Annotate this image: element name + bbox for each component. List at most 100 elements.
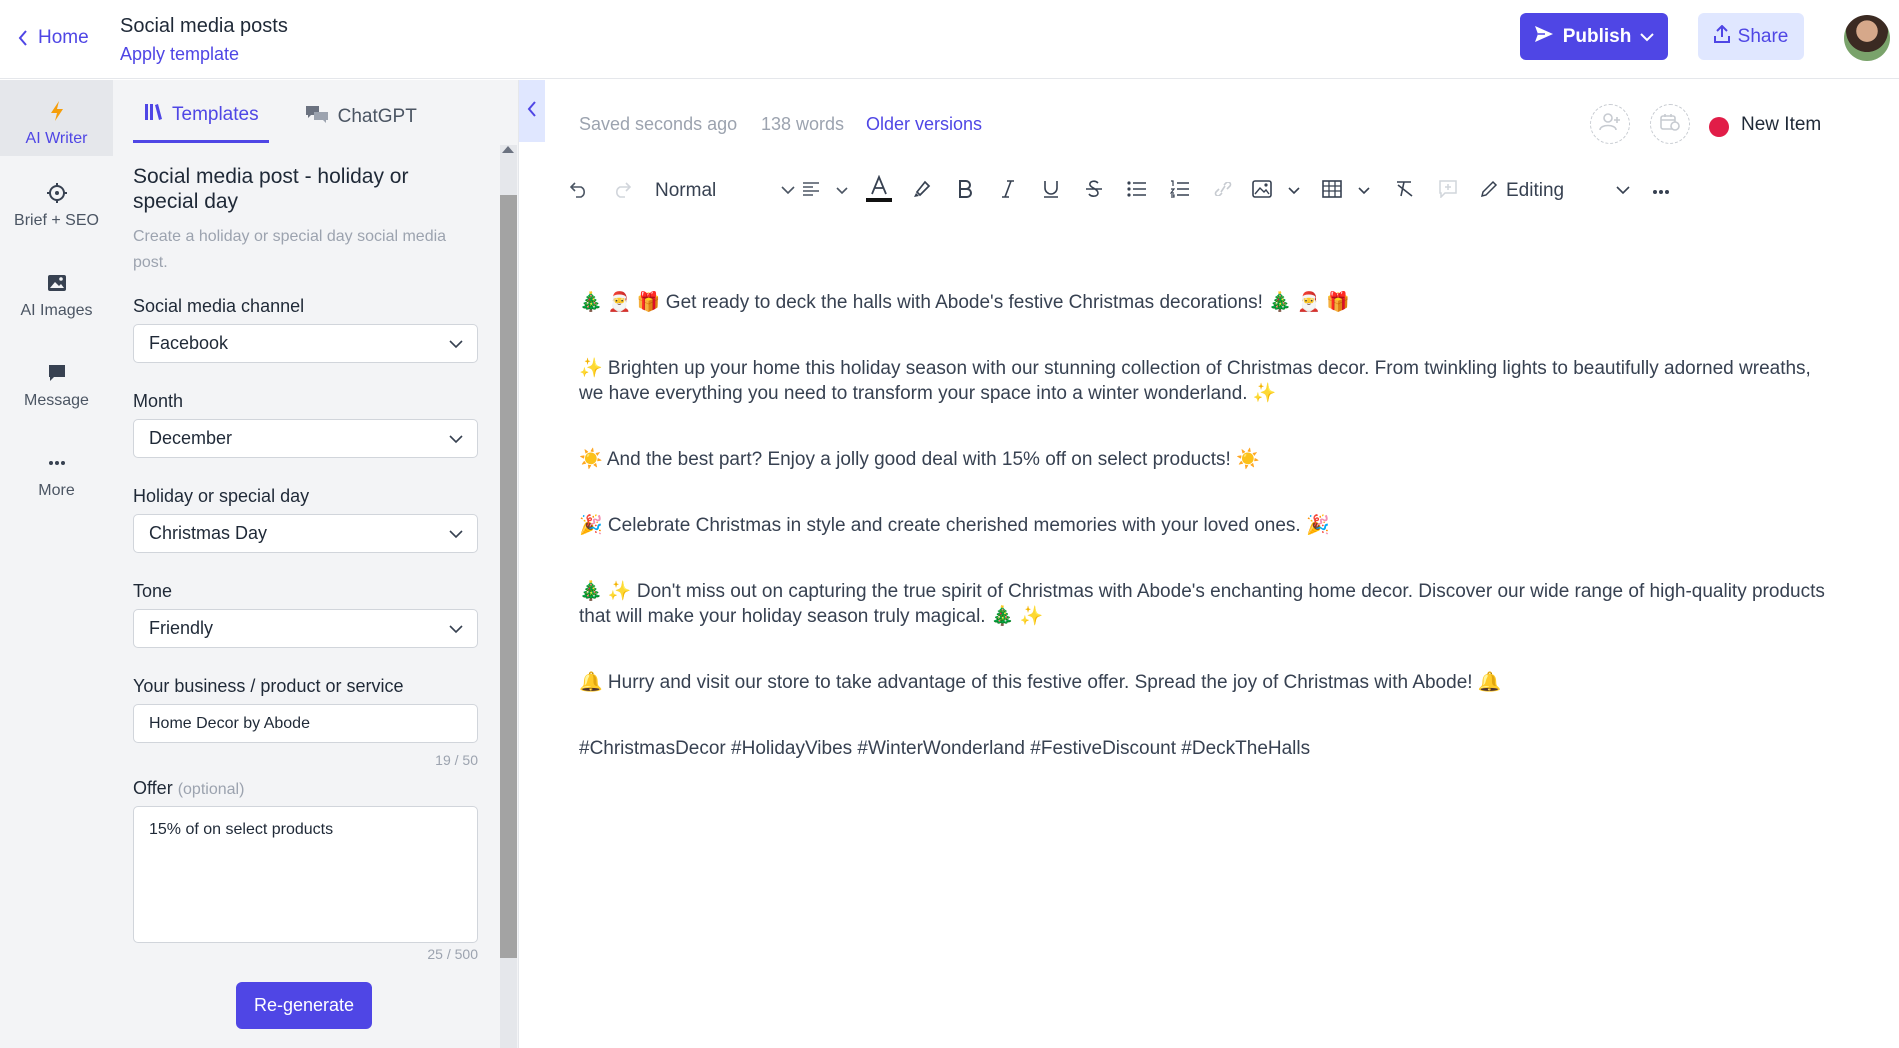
strikethrough-button[interactable] — [1080, 175, 1108, 207]
offer-textarea[interactable]: 15% of on select products — [133, 806, 478, 943]
link-button[interactable] — [1209, 175, 1237, 207]
nav-label: Brief + SEO — [14, 212, 99, 229]
undo-button[interactable] — [565, 175, 593, 207]
redo-button[interactable] — [608, 175, 636, 207]
document-title[interactable]: Social media posts — [120, 15, 288, 38]
top-header: Home Social media posts Apply template P… — [0, 0, 1899, 79]
word-count: 138 words — [761, 114, 845, 134]
nav-brief-seo[interactable]: Brief + SEO — [0, 180, 113, 230]
content-paragraph[interactable]: 🎄 🎅 🎁 Get ready to deck the halls with A… — [579, 290, 1839, 315]
apply-template-link[interactable]: Apply template — [120, 44, 239, 65]
italic-icon — [1001, 179, 1015, 203]
home-link[interactable]: Home — [18, 27, 89, 49]
nav-label: Message — [24, 392, 89, 409]
share-button[interactable]: Share — [1698, 13, 1804, 60]
nav-ai-images[interactable]: AI Images — [0, 270, 113, 320]
add-user-icon — [1599, 112, 1621, 136]
panel-divider — [518, 80, 519, 1048]
tab-label: Templates — [172, 104, 259, 125]
highlighter-icon — [912, 179, 932, 204]
user-avatar[interactable] — [1844, 15, 1890, 61]
align-button[interactable] — [802, 175, 848, 207]
chevron-down-icon — [1358, 182, 1370, 200]
content-paragraph[interactable]: 🎉 Celebrate Christmas in style and creat… — [579, 513, 1839, 538]
scroll-up-arrow-icon[interactable] — [502, 146, 514, 153]
mode-inner: Editing — [1480, 180, 1564, 203]
content-paragraph[interactable]: 🎄 ✨ Don't miss out on capturing the true… — [579, 579, 1839, 629]
template-title: Social media post - holiday or special d… — [133, 165, 409, 213]
business-input[interactable]: Home Decor by Abode — [133, 704, 478, 743]
insert-table-button[interactable] — [1322, 175, 1370, 207]
more-options-button[interactable] — [1647, 175, 1675, 207]
send-icon — [1534, 25, 1554, 49]
style-value: Normal — [655, 180, 717, 201]
chevron-down-icon — [1288, 182, 1300, 200]
image-icon — [1252, 179, 1272, 203]
insert-image-button[interactable] — [1252, 175, 1300, 207]
nav-ai-writer[interactable]: AI Writer — [0, 80, 113, 156]
collapse-panel-button[interactable] — [519, 80, 545, 142]
optional-tag: (optional) — [177, 781, 245, 798]
text-color-button[interactable] — [865, 174, 893, 208]
tone-select[interactable]: Friendly — [133, 609, 478, 648]
clear-format-icon — [1395, 180, 1415, 203]
tab-templates[interactable]: Templates — [133, 94, 269, 143]
select-value: Friendly — [149, 618, 214, 638]
ellipsis-icon — [1652, 182, 1670, 200]
underline-icon — [1043, 180, 1059, 203]
status-label[interactable]: New Item — [1741, 114, 1821, 136]
mode-select[interactable]: Editing — [1480, 175, 1630, 207]
home-label: Home — [38, 27, 89, 48]
offer-label: Offer (optional) — [133, 778, 244, 799]
lightning-icon — [0, 98, 113, 124]
nav-label: AI Writer — [25, 130, 88, 147]
numbered-list-button[interactable] — [1166, 175, 1194, 207]
strikethrough-icon — [1085, 179, 1103, 203]
clear-format-button[interactable] — [1391, 175, 1419, 207]
content-paragraph[interactable]: ✨ Brighten up your home this holiday sea… — [579, 356, 1839, 406]
month-select[interactable]: December — [133, 419, 478, 458]
chevron-down-icon — [449, 333, 463, 354]
underline-button[interactable] — [1037, 175, 1065, 207]
library-icon — [143, 102, 163, 128]
content-paragraph[interactable]: ☀️ And the best part? Enjoy a jolly good… — [579, 447, 1839, 472]
nav-more[interactable]: More — [0, 450, 113, 500]
align-left-icon — [802, 181, 820, 201]
channel-select[interactable]: Facebook — [133, 324, 478, 363]
assign-user-button[interactable] — [1590, 104, 1630, 144]
select-value: December — [149, 428, 233, 448]
holiday-select[interactable]: Christmas Day — [133, 514, 478, 553]
paragraph-style-select[interactable]: Normal — [655, 175, 795, 207]
chevron-left-icon — [527, 100, 537, 122]
tab-chatgpt[interactable]: ChatGPT — [295, 94, 427, 143]
older-versions-link[interactable]: Older versions — [866, 114, 982, 135]
image-icon — [0, 270, 113, 296]
schedule-button[interactable] — [1650, 104, 1690, 144]
publish-label: Publish — [1562, 25, 1632, 47]
chevron-down-icon — [1616, 182, 1630, 200]
nav-message[interactable]: Message — [0, 360, 113, 410]
crosshair-icon — [0, 180, 113, 206]
chevron-down-icon — [781, 182, 795, 200]
comment-button[interactable] — [1434, 175, 1462, 207]
month-label: Month — [133, 391, 184, 411]
highlight-button[interactable] — [908, 175, 936, 207]
chevron-down-icon — [449, 618, 463, 639]
mode-value: Editing — [1506, 180, 1565, 201]
bold-button[interactable] — [951, 175, 979, 207]
table-icon — [1322, 179, 1342, 203]
italic-button[interactable] — [994, 175, 1022, 207]
bold-icon — [958, 179, 972, 203]
panel-scrollbar-thumb[interactable] — [500, 195, 517, 958]
bullet-list-button[interactable] — [1123, 175, 1151, 207]
hashtags-paragraph[interactable]: #ChristmasDecor #HolidayVibes #WinterWon… — [579, 736, 1839, 761]
redo-icon — [613, 180, 632, 203]
publish-button[interactable]: Publish — [1520, 13, 1668, 60]
content-paragraph[interactable]: 🔔 Hurry and visit our store to take adva… — [579, 670, 1839, 695]
text-color-icon — [866, 174, 892, 208]
nav-label: More — [38, 482, 75, 499]
chat-bubble-icon — [0, 360, 113, 386]
regenerate-button[interactable]: Re-generate — [236, 982, 372, 1029]
holiday-label: Holiday or special day — [133, 486, 310, 506]
status-dot — [1709, 117, 1729, 137]
